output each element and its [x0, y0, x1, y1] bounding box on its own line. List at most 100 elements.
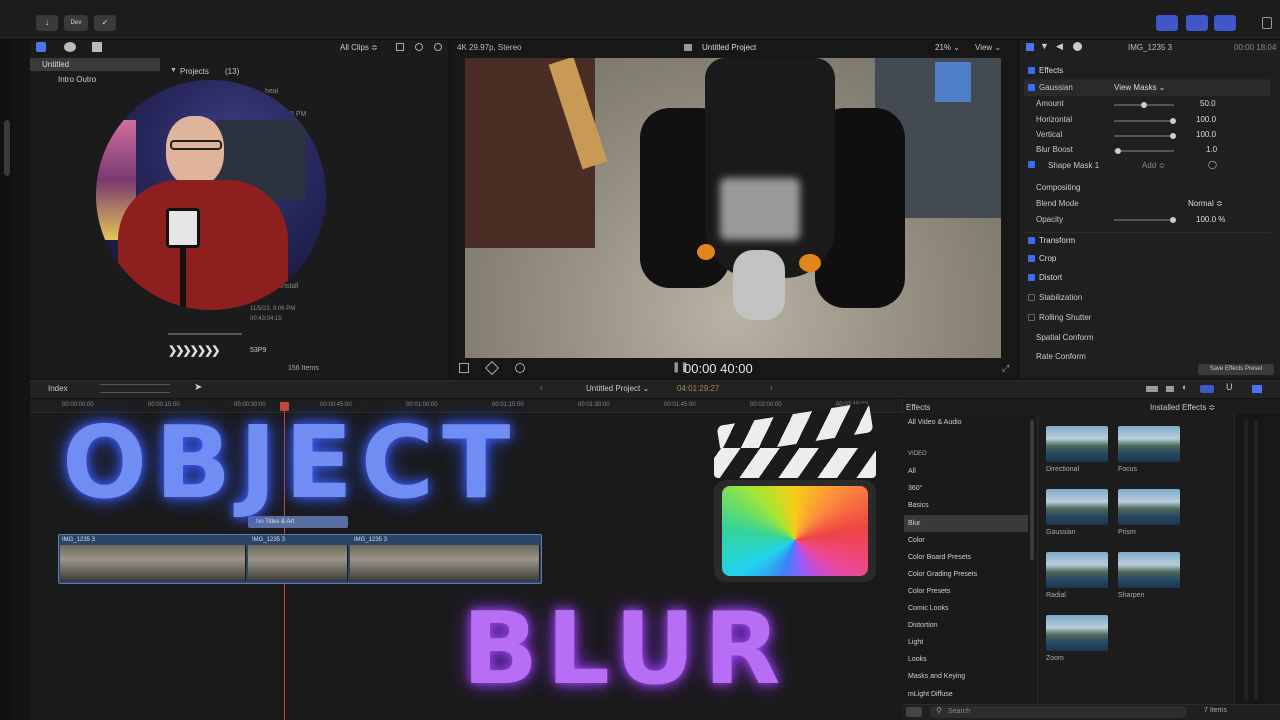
param-value[interactable]: 50.0 — [1200, 99, 1216, 108]
distort-checkbox[interactable] — [1028, 274, 1035, 282]
event-name[interactable]: Intro Outro — [58, 75, 96, 84]
blur-boost-slider[interactable] — [1114, 148, 1174, 154]
effect-thumbnail[interactable]: Radial — [1046, 552, 1108, 599]
effects-category[interactable]: Masks and Keying — [904, 668, 1028, 685]
timeline-clip[interactable]: IMG_1235 3 — [60, 536, 246, 582]
rolling-shutter-row[interactable]: Rolling Shutter — [1024, 310, 1270, 328]
amount-slider[interactable] — [1114, 102, 1174, 108]
timeline-project-dropdown[interactable]: Untitled Project ⌄ — [586, 384, 649, 393]
mask-shape-icon[interactable]: ◯ — [1208, 160, 1217, 169]
clip-filter-dropdown[interactable]: All Clips ≎ — [340, 43, 378, 52]
opacity-slider[interactable] — [1114, 217, 1176, 223]
blend-mode-dropdown[interactable]: Normal ≎ — [1188, 199, 1223, 208]
installed-effects-dropdown[interactable]: Installed Effects ≎ — [1150, 403, 1215, 412]
vertical-slider[interactable] — [1114, 133, 1176, 139]
effects-category[interactable]: Light — [904, 634, 1028, 651]
effects-checkbox[interactable] — [1028, 67, 1035, 75]
effects-section[interactable]: Effects — [1024, 62, 1270, 80]
effects-category[interactable]: All Video & Audio — [904, 414, 1028, 431]
solo-icon[interactable] — [1200, 385, 1214, 393]
shape-mask-checkbox[interactable] — [1028, 161, 1035, 169]
effect-thumbnail[interactable]: Zoom — [1046, 615, 1108, 662]
effects-category[interactable]: Basics — [904, 497, 1028, 514]
info-icon[interactable] — [1073, 42, 1082, 51]
effects-category[interactable]: 360° — [904, 480, 1028, 497]
effects-category[interactable]: Distortion — [904, 617, 1028, 634]
category-scrollbar[interactable] — [1030, 420, 1034, 560]
keywords-button[interactable]: Dev — [64, 15, 88, 31]
stabilization-row[interactable]: Stabilization — [1024, 290, 1270, 308]
param-row-blur-boost[interactable]: Blur Boost 1.0 — [1036, 145, 1268, 159]
transform-row[interactable]: Transform — [1024, 232, 1270, 250]
fullscreen-icon[interactable]: ⤢ — [1002, 363, 1009, 374]
list-view-icon[interactable] — [396, 43, 404, 51]
save-effects-preset-button[interactable]: Save Effects Preset — [1198, 364, 1274, 375]
effects-category[interactable]: Color Presets — [904, 583, 1028, 600]
effects-category[interactable]: Color — [904, 532, 1028, 549]
view-masks-dropdown[interactable]: View Masks ⌄ — [1114, 83, 1165, 92]
rate-conform-label[interactable]: Rate Conform — [1036, 352, 1086, 361]
search-icon[interactable] — [434, 43, 442, 51]
horizontal-slider[interactable] — [1114, 118, 1176, 124]
background-tasks-button[interactable]: ✓ — [94, 15, 116, 31]
disclosure-triangle-icon[interactable]: ▼ — [170, 67, 177, 74]
color-inspector-icon[interactable]: ▼ — [1040, 41, 1049, 51]
view-dropdown[interactable]: View ⌄ — [975, 43, 1001, 52]
param-value[interactable]: 100.0 — [1196, 115, 1216, 124]
slider-knob[interactable] — [1170, 217, 1176, 223]
share-icon[interactable] — [1262, 17, 1272, 29]
effects-browser-toggle[interactable] — [1252, 385, 1262, 393]
snapping-icon[interactable]: U — [1226, 382, 1233, 392]
skimming-icon[interactable] — [1166, 386, 1174, 392]
speed-icon[interactable] — [515, 363, 525, 373]
browser-toggle-button[interactable] — [1156, 15, 1178, 31]
settings-icon[interactable] — [415, 43, 423, 51]
back-arrow-icon[interactable]: ‹ — [540, 383, 543, 392]
gaussian-checkbox[interactable] — [1028, 84, 1035, 92]
shape-mask-row[interactable]: Shape Mask 1 Add ≎ ◯ — [1024, 160, 1270, 174]
transform-checkbox[interactable] — [1028, 237, 1035, 245]
timeline-toggle-button[interactable] — [1186, 15, 1208, 31]
slider-knob[interactable] — [1170, 133, 1176, 139]
edit-buttons[interactable] — [100, 384, 170, 393]
effect-thumbnail[interactable]: Sharpen — [1118, 552, 1180, 599]
forward-arrow-icon[interactable]: › — [770, 383, 773, 392]
viewer-canvas[interactable] — [465, 58, 1001, 358]
timeline-clip[interactable]: IMG_1235 3 — [350, 536, 540, 582]
add-mask-dropdown[interactable]: Add ≎ — [1142, 161, 1165, 170]
effects-category[interactable]: Looks — [904, 651, 1028, 668]
search-input[interactable]: ⚲ Search — [930, 706, 1186, 718]
rolling-shutter-checkbox[interactable] — [1028, 314, 1035, 322]
effects-category[interactable]: Comic Looks — [904, 600, 1028, 617]
audio-skimming-icon[interactable]: ◐ — [1182, 382, 1187, 392]
transform-tool-icon[interactable] — [459, 363, 469, 373]
effect-thumbnail[interactable]: Focus — [1118, 426, 1180, 473]
import-button[interactable]: ↓ — [36, 15, 58, 31]
effect-thumbnail[interactable]: Gaussian — [1046, 489, 1108, 536]
crop-checkbox[interactable] — [1028, 255, 1035, 263]
audio-inspector-icon[interactable]: ◀ — [1056, 41, 1063, 52]
timeline-clip[interactable]: IMG_1235 3 — [248, 536, 348, 582]
effects-category[interactable]: Color Board Presets — [904, 549, 1028, 566]
stabilization-checkbox[interactable] — [1028, 294, 1035, 302]
zoom-dropdown[interactable]: 21% ⌄ — [935, 43, 960, 52]
side-scrollbar[interactable] — [4, 120, 10, 176]
effects-category[interactable]: All — [904, 463, 1028, 480]
opacity-value[interactable]: 100.0 % — [1196, 215, 1225, 224]
slider-knob[interactable] — [1115, 148, 1121, 154]
inspector-toggle-button[interactable] — [1214, 15, 1236, 31]
clip-appearance-icon[interactable] — [1146, 386, 1158, 392]
index-button[interactable]: Index — [48, 384, 68, 393]
spatial-conform-label[interactable]: Spatial Conform — [1036, 333, 1093, 342]
arrow-tool-icon[interactable]: ➤ — [194, 382, 202, 393]
effect-thumbnail[interactable]: Directional — [1046, 426, 1108, 473]
libraries-icon[interactable] — [36, 42, 46, 52]
slider-knob[interactable] — [1170, 118, 1176, 124]
effects-category[interactable]: Color Grading Presets — [904, 566, 1028, 583]
effects-category-selected[interactable]: Blur — [904, 515, 1028, 532]
param-row-amount[interactable]: Amount 50.0 — [1036, 99, 1268, 113]
slider-knob[interactable] — [1141, 102, 1147, 108]
param-value[interactable]: 1.0 — [1206, 145, 1217, 154]
param-row-horizontal[interactable]: Horizontal 100.0 — [1036, 115, 1268, 129]
effects-category[interactable]: mLight Diffuse — [904, 686, 1028, 703]
